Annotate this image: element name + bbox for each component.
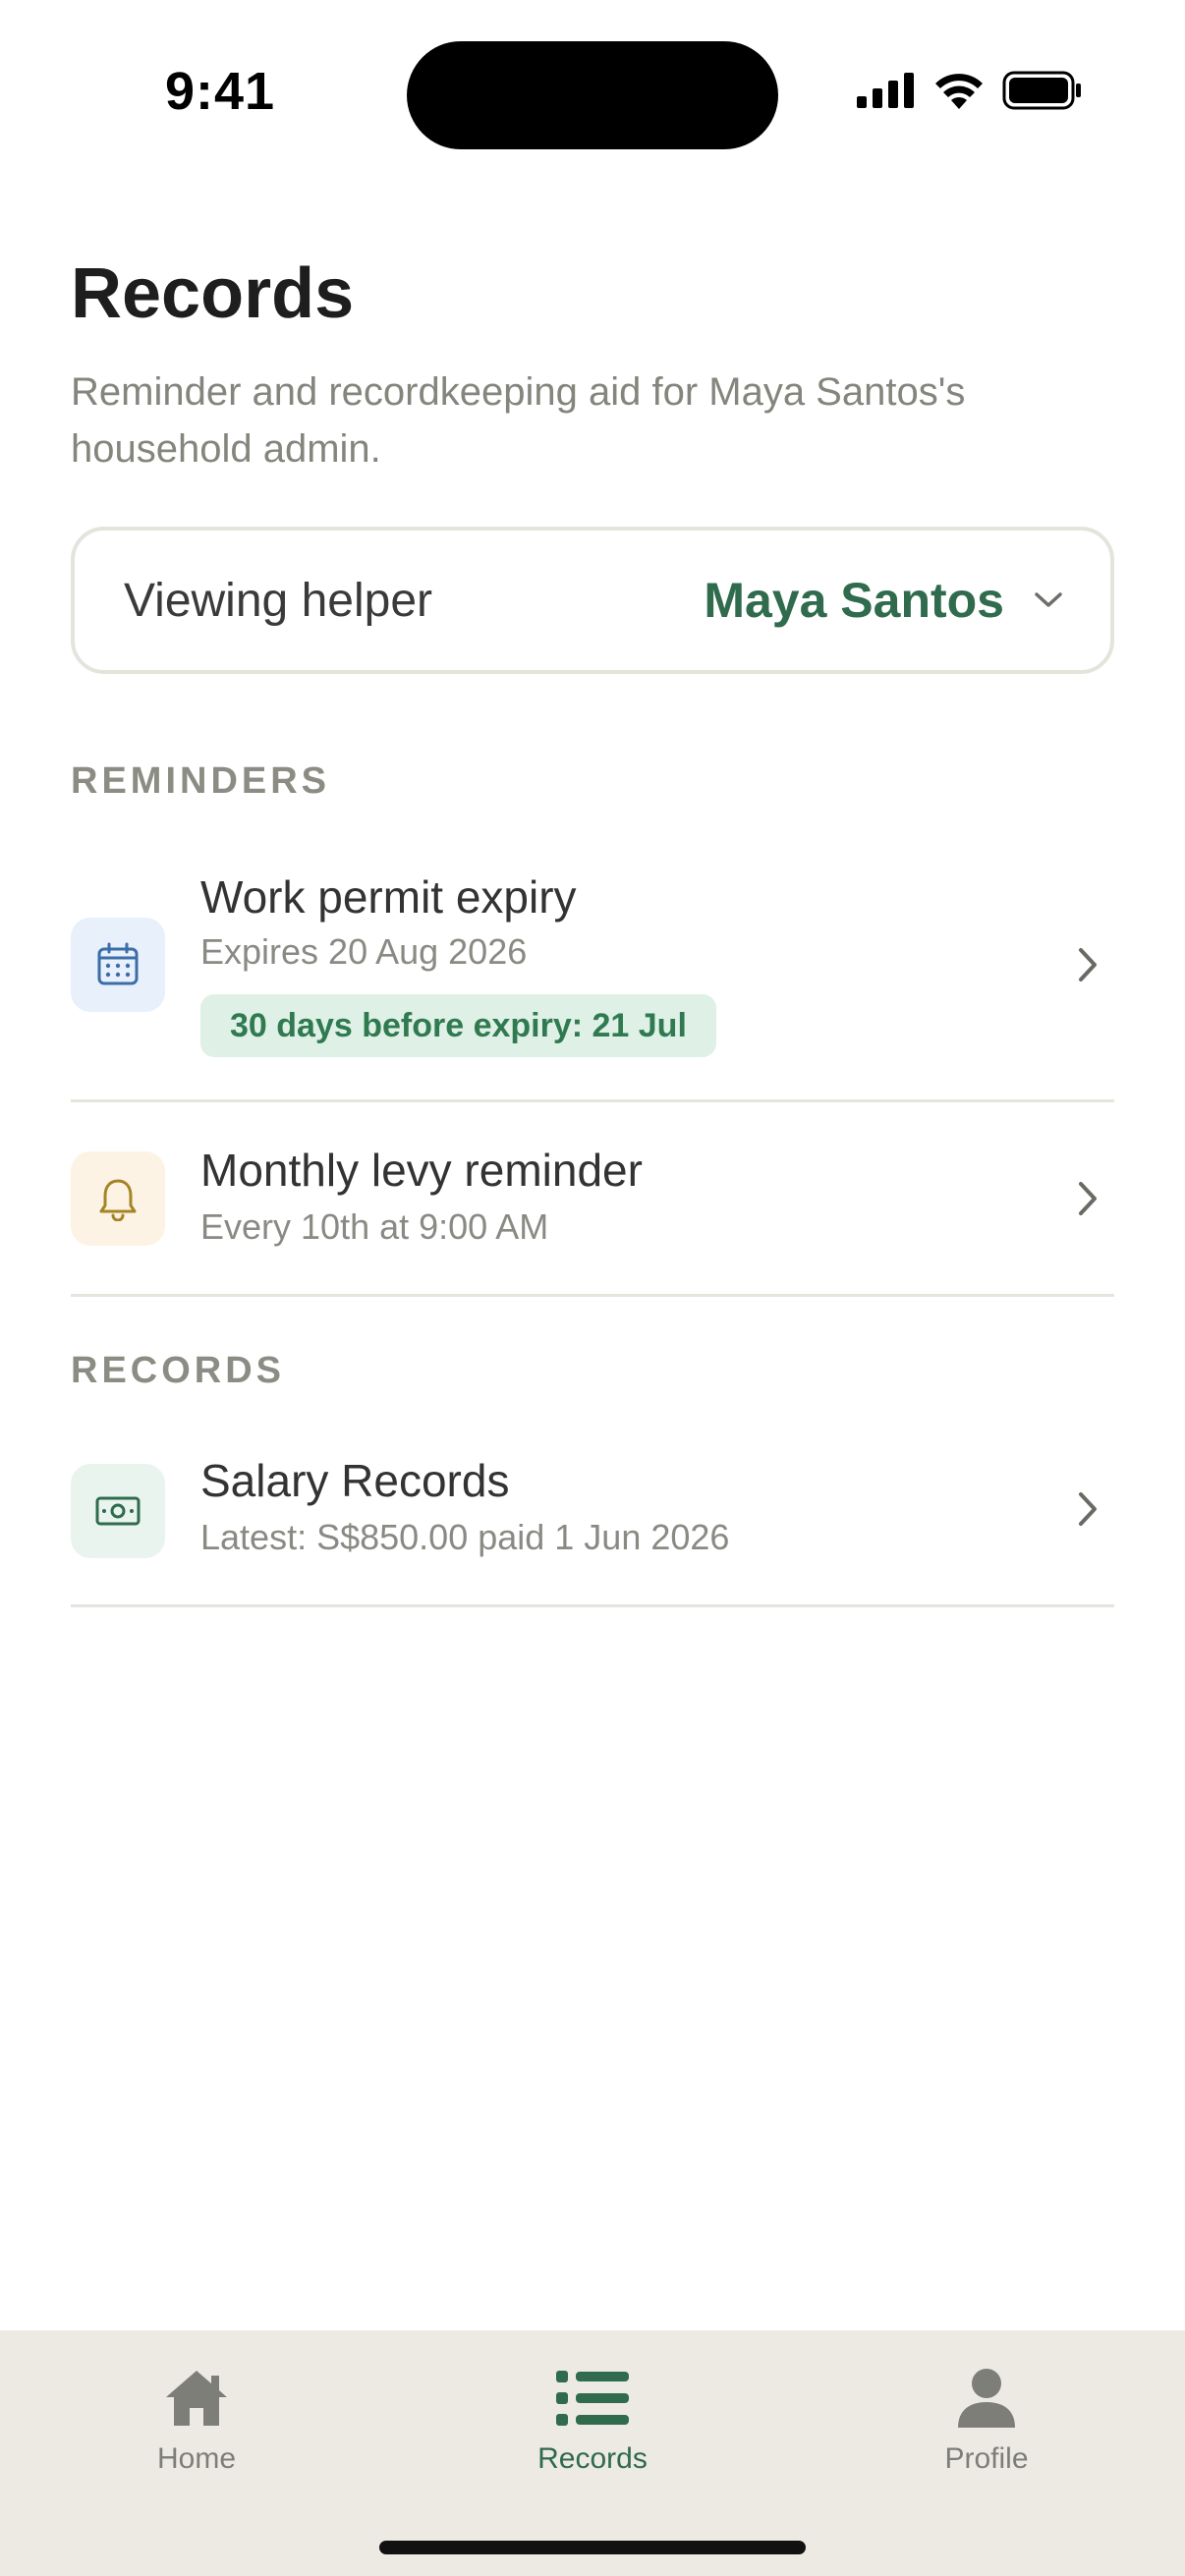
helper-selector[interactable]: Viewing helper Maya Santos <box>71 527 1114 674</box>
status-time: 9:41 <box>165 62 276 121</box>
helper-selector-value-group: Maya Santos <box>704 572 1063 629</box>
bell-icon <box>71 1151 165 1246</box>
battery-icon <box>1002 71 1081 110</box>
records-section-label: RECORDS <box>71 1350 286 1391</box>
records-screen: 9:41 Records Reminder and recordkeeping … <box>0 0 1185 2576</box>
chevron-right-icon <box>1079 1182 1097 1215</box>
record-row-salary[interactable]: Salary Records Latest: S$850.00 paid 1 J… <box>71 1415 1114 1607</box>
home-icon <box>163 2366 230 2431</box>
banknote-icon <box>71 1464 165 1558</box>
wifi-icon <box>935 74 983 109</box>
reminder-subtitle: Every 10th at 9:00 AM <box>200 1206 549 1247</box>
status-bar: 9:41 <box>0 0 1185 187</box>
page-subtitle: Reminder and recordkeeping aid for Maya … <box>71 370 966 471</box>
cellular-signal-icon <box>857 73 914 108</box>
home-indicator <box>379 2541 806 2554</box>
expiry-reminder-badge: 30 days before expiry: 21 Jul <box>200 994 716 1057</box>
chevron-right-icon <box>1079 1492 1097 1526</box>
helper-selector-label: Viewing helper <box>124 574 432 627</box>
record-subtitle: Latest: S$850.00 paid 1 Jun 2026 <box>200 1517 730 1557</box>
helper-selector-value: Maya Santos <box>704 573 1004 628</box>
reminder-row-work-permit[interactable]: Work permit expiry Expires 20 Aug 2026 3… <box>71 855 1114 1102</box>
chevron-down-icon <box>1035 592 1062 607</box>
person-icon <box>956 2366 1017 2431</box>
reminder-title: Work permit expiry <box>200 871 577 923</box>
calendar-icon <box>71 918 165 1012</box>
reminder-row-levy[interactable]: Monthly levy reminder Every 10th at 9:00… <box>71 1102 1114 1297</box>
chevron-right-icon <box>1079 948 1097 981</box>
tab-records[interactable]: Records <box>465 2330 720 2488</box>
reminders-section-label: REMINDERS <box>71 760 331 802</box>
status-icons <box>857 71 1083 110</box>
tab-records-label: Records <box>537 2442 648 2475</box>
tab-bar: Home Records Profile <box>0 2330 1185 2576</box>
reminder-subtitle: Expires 20 Aug 2026 <box>200 931 528 972</box>
tab-home-label: Home <box>156 2442 237 2475</box>
reminder-title: Monthly levy reminder <box>200 1145 643 1196</box>
record-title: Salary Records <box>200 1455 510 1506</box>
tab-profile-label: Profile <box>944 2442 1029 2475</box>
list-icon <box>556 2366 629 2431</box>
page-title: Records <box>71 254 355 333</box>
dynamic-island <box>407 41 778 149</box>
tab-profile[interactable]: Profile <box>859 2330 1114 2488</box>
tab-home[interactable]: Home <box>69 2330 324 2488</box>
